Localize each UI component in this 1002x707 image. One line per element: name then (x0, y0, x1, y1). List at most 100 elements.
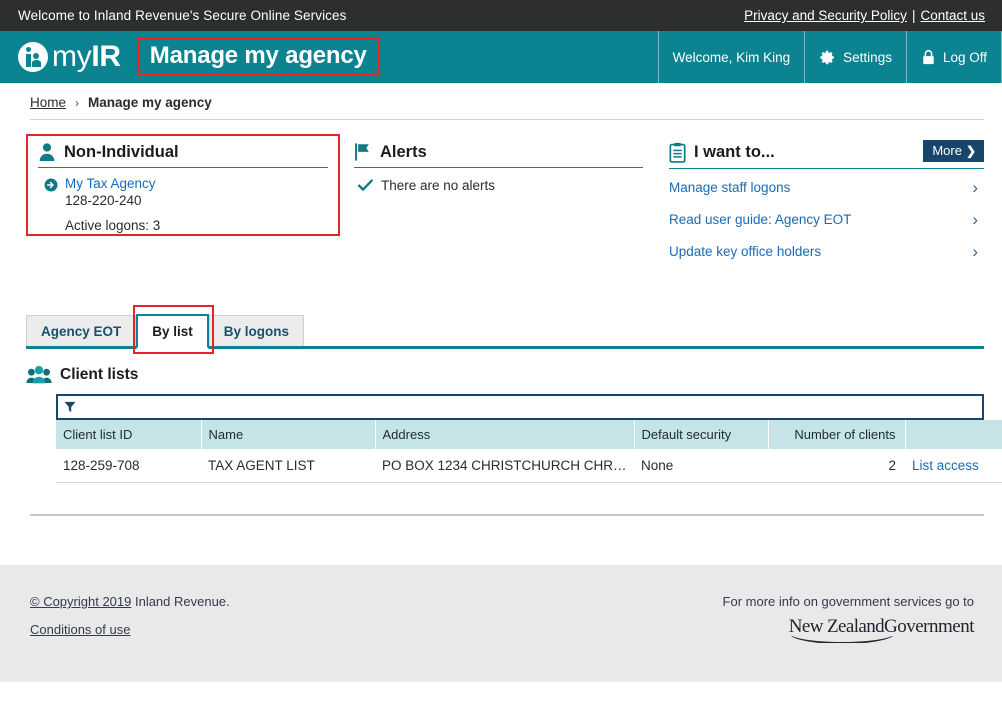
alerts-empty-message: There are no alerts (381, 178, 496, 193)
list-access-link[interactable]: List access (912, 458, 979, 473)
i-want-to-item-update-key-office-holders[interactable]: Update key office holders › (669, 235, 984, 267)
person-icon (39, 143, 55, 161)
dashboard-panels: Non-Individual My Tax Agency 128-220-240… (0, 120, 1002, 267)
check-icon (358, 179, 373, 191)
welcome-user-label: Welcome, Kim King (672, 49, 791, 65)
tab-label: Agency EOT (41, 323, 122, 339)
cell-number-of-clients: 2 (768, 449, 905, 483)
chevron-right-icon: › (972, 210, 978, 229)
chevron-right-icon: ❯ (965, 143, 976, 158)
page-title-highlight-box: Manage my agency (136, 37, 380, 77)
i-want-to-list: Manage staff logons › Read user guide: A… (669, 171, 984, 267)
privacy-policy-link[interactable]: Privacy and Security Policy (744, 8, 907, 23)
tab-agency-eot[interactable]: Agency EOT (26, 315, 137, 346)
chevron-right-icon: › (972, 178, 978, 197)
column-header-number-of-clients[interactable]: Number of clients (768, 420, 906, 449)
footer-left: © Copyright 2019 Inland Revenue. Conditi… (30, 594, 230, 682)
column-header-name[interactable]: Name (201, 420, 376, 449)
utility-links: Privacy and Security Policy | Contact us (744, 8, 985, 23)
copyright-rest: Inland Revenue. (131, 594, 230, 609)
welcome-user: Welcome, Kim King (657, 31, 806, 83)
cell-address: PO BOX 1234 CHRISTCHURCH CHR… (375, 449, 634, 483)
tab-by-list[interactable]: By list (136, 314, 209, 349)
tab-label: By list (152, 324, 193, 339)
cell-name: TAX AGENT LIST (201, 449, 375, 483)
tabs-wrap: Agency EOT By list By logons (26, 305, 984, 354)
myir-logo-mark-icon (18, 41, 48, 72)
myir-logo-ir: IR (91, 39, 121, 73)
panel-alerts: Alerts There are no alerts (340, 134, 655, 267)
nz-government-swoosh-icon (788, 636, 895, 643)
cell-default-security: None (634, 449, 768, 483)
client-lists-header: Client lists (26, 365, 984, 385)
panel-i-want-to: I want to... More ❯ Manage staff logons … (655, 134, 984, 267)
logoff-label: Log Off (942, 49, 987, 65)
gear-icon (820, 50, 835, 64)
alerts-title: Alerts (380, 142, 427, 161)
contact-us-link[interactable]: Contact us (920, 8, 985, 23)
utility-link-separator: | (911, 8, 916, 23)
i-want-to-item-label: Manage staff logons (669, 180, 791, 195)
column-header-client-list-id[interactable]: Client list ID (56, 420, 202, 449)
myir-logo-text: myIR (52, 39, 121, 73)
breadcrumb: Home › Manage my agency (30, 95, 1002, 110)
header-actions: Welcome, Kim King Settings Log Off (657, 31, 1002, 83)
client-lists-filter-box[interactable] (56, 394, 984, 420)
client-lists-section: Client lists Client list ID Name Address… (26, 365, 1002, 483)
conditions-of-use-link[interactable]: Conditions of use (30, 622, 230, 637)
i-want-to-item-label: Read user guide: Agency EOT (669, 212, 852, 227)
column-header-actions (905, 420, 1002, 449)
i-want-to-item-manage-staff-logons[interactable]: Manage staff logons › (669, 171, 984, 203)
tab-label: By logons (223, 323, 290, 339)
brand-left: myIR Manage my agency (18, 37, 380, 77)
agency-ird-number: 128-220-240 (65, 192, 142, 208)
non-individual-title: Non-Individual (64, 142, 179, 161)
more-button-label: More (932, 143, 962, 158)
filter-funnel-icon (64, 401, 76, 413)
myir-logo[interactable]: myIR (18, 40, 121, 74)
arrow-right-circle-icon (44, 178, 58, 192)
client-lists-filter-input[interactable] (76, 397, 976, 417)
breadcrumb-wrap: Home › Manage my agency (0, 83, 1002, 119)
settings-button[interactable]: Settings (805, 31, 907, 83)
breadcrumb-separator-icon: › (75, 95, 80, 110)
more-button[interactable]: More ❯ (923, 140, 984, 162)
client-lists-table: Client list ID Name Address Default secu… (56, 420, 1002, 483)
cell-client-list-id: 128-259-708 (56, 449, 201, 483)
flag-icon (355, 143, 369, 161)
logoff-button[interactable]: Log Off (907, 31, 1002, 83)
content-bottom-divider (30, 514, 984, 516)
page-footer: © Copyright 2019 Inland Revenue. Conditi… (0, 565, 1002, 682)
clipboard-icon (669, 142, 686, 163)
active-logons-text: Active logons: 3 (65, 217, 161, 233)
alerts-empty-row: There are no alerts (354, 178, 643, 193)
copyright-line: © Copyright 2019 Inland Revenue. (30, 594, 230, 609)
i-want-to-item-read-user-guide[interactable]: Read user guide: Agency EOT › (669, 203, 984, 235)
breadcrumb-home-link[interactable]: Home (30, 95, 66, 110)
column-header-address[interactable]: Address (375, 420, 635, 449)
breadcrumb-current: Manage my agency (88, 95, 212, 110)
settings-label: Settings (843, 49, 892, 65)
agency-name-link[interactable]: My Tax Agency (65, 176, 156, 191)
column-header-default-security[interactable]: Default security (634, 420, 769, 449)
brand-header: myIR Manage my agency Welcome, Kim King … (0, 31, 1002, 83)
person-glyph-icon (32, 52, 41, 67)
tab-bar: Agency EOT By list By logons (26, 313, 984, 349)
i-want-to-item-label: Update key office holders (669, 244, 822, 259)
chevron-right-icon: › (972, 242, 978, 261)
footer-right: For more info on government services go … (723, 594, 984, 682)
panel-non-individual: Non-Individual My Tax Agency 128-220-240… (26, 134, 340, 236)
utility-welcome-text: Welcome to Inland Revenue's Secure Onlin… (18, 8, 347, 23)
agency-line: My Tax Agency 128-220-240 (38, 176, 328, 210)
page-title: Manage my agency (149, 41, 367, 69)
cell-action: List access (905, 449, 1002, 483)
people-group-icon (26, 366, 52, 384)
nz-government-logo[interactable]: New ZealandGovernment (788, 616, 974, 643)
agency-info: My Tax Agency 128-220-240 (65, 176, 156, 210)
tab-by-logons[interactable]: By logons (208, 315, 305, 346)
lock-icon (923, 49, 934, 64)
i-want-to-title: I want to... (694, 143, 775, 161)
table-row[interactable]: 128-259-708 TAX AGENT LIST PO BOX 1234 C… (56, 449, 1002, 483)
copyright-link[interactable]: © Copyright 2019 (30, 594, 131, 609)
non-individual-header: Non-Individual (38, 142, 328, 168)
